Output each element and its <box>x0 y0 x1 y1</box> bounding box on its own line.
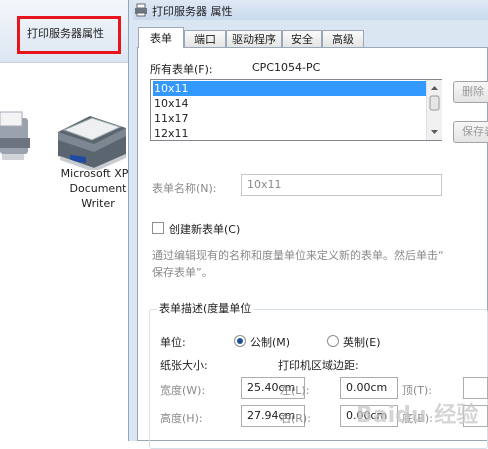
dialog-title: 打印服务器 属性 <box>152 5 233 18</box>
create-new-form-checkbox[interactable] <box>152 222 164 234</box>
create-new-form-label: 创建新表单(C) <box>169 223 241 236</box>
tab-security[interactable]: 安全 <box>282 30 322 47</box>
tab-advanced[interactable]: 高级 <box>322 30 364 47</box>
forms-list-scrollbar[interactable] <box>426 80 442 140</box>
form-name-label: 表单名称(N): <box>152 182 217 195</box>
tab-forms[interactable]: 表单 <box>138 27 184 48</box>
tab-drivers[interactable]: 驱动程序 <box>226 30 282 47</box>
hint-text-line2: 保存表单”。 <box>152 266 213 279</box>
tab-ports[interactable]: 端口 <box>184 30 226 47</box>
imperial-label: 英制(E) <box>343 336 381 349</box>
imperial-radio[interactable] <box>327 335 339 347</box>
form-description-title: 表单描述(度量单位 <box>157 300 254 316</box>
printer-title-icon <box>135 3 147 17</box>
right-margin-label: 右(R): <box>280 412 311 425</box>
all-forms-label: 所有表单(F): <box>150 63 213 76</box>
background-window <box>0 0 130 441</box>
forms-listbox[interactable]: 10x11 10x14 11x17 12x11 <box>150 79 442 141</box>
printer-margin-label: 打印机区域边距: <box>278 359 359 372</box>
paper-size-label: 纸张大小: <box>160 359 208 372</box>
server-name: CPC1054-PC <box>252 61 321 74</box>
scrollbar-arrows-icon <box>429 86 440 134</box>
height-label: 高度(H): <box>160 412 203 425</box>
red-highlight-box <box>17 16 121 54</box>
list-item[interactable]: 12x11 <box>153 126 428 141</box>
printer-icon[interactable] <box>0 98 40 168</box>
unit-label: 单位: <box>160 336 186 349</box>
svg-text:Baidu 经验: Baidu 经验 <box>356 402 478 428</box>
save-form-button[interactable]: 保存表 <box>453 121 488 143</box>
delete-button[interactable]: 删除 <box>453 81 488 103</box>
list-item[interactable]: 10x14 <box>153 96 428 111</box>
width-label: 宽度(W): <box>160 384 206 397</box>
baidu-watermark-logo: Baidu 经验 <box>356 402 478 428</box>
hint-text-line1: 通过编辑现有的名称和度量单位来定义新的表单。然后单击“ <box>152 249 444 262</box>
list-item[interactable]: 10x11 <box>153 81 428 96</box>
form-name-input[interactable]: 10x11 <box>241 174 442 196</box>
xps-printer-icon[interactable] <box>50 110 130 170</box>
list-item[interactable]: 11x17 <box>153 111 428 126</box>
left-margin-label: 左(L): <box>280 384 310 397</box>
metric-label: 公制(M) <box>250 336 291 349</box>
metric-radio[interactable] <box>234 335 246 347</box>
